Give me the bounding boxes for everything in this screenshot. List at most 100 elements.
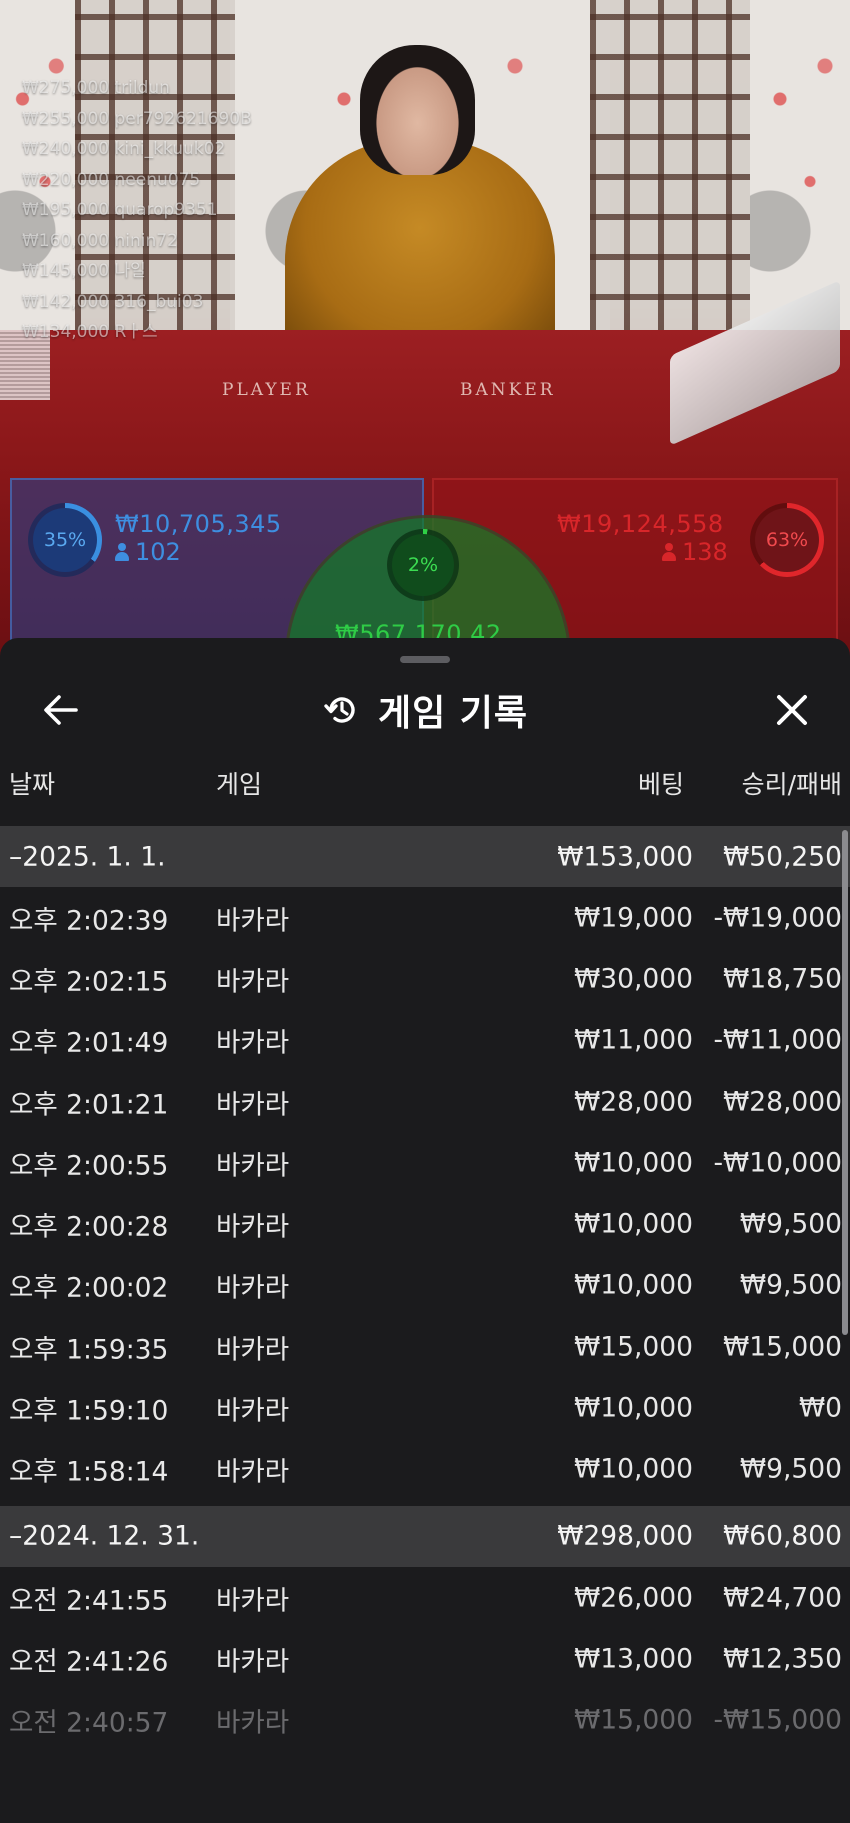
history-row[interactable]: 오후 1:58:14 바카라 ₩10,000 ₩9,500 [0, 1439, 850, 1500]
sheet-drag-handle[interactable] [400, 656, 450, 663]
row-result: ₩9,500 [739, 1269, 842, 1301]
history-row[interactable]: 오후 2:00:28 바카라 ₩10,000 ₩9,500 [0, 1193, 850, 1254]
winners-leaderboard: ₩275,000 trildun ₩255,000 per792621690B … [22, 73, 252, 348]
row-time: 오후 1:58:14 [9, 1456, 169, 1488]
player-percent-ring: 35% [28, 503, 102, 577]
game-history-sheet: 게임 기록 날짜 게임 베팅 승리/패배 –2025. 1. 1. ₩153,0… [0, 638, 850, 1823]
history-row[interactable]: 오후 2:02:15 바카라 ₩30,000 ₩18,750 [0, 948, 850, 1009]
history-row[interactable]: 오전 2:41:55 바카라 ₩26,000 ₩24,700 [0, 1567, 850, 1628]
row-bet: ₩10,000 [574, 1269, 693, 1301]
row-game: 바카라 [216, 1646, 290, 1678]
row-time: 오후 2:01:21 [9, 1089, 169, 1121]
tie-percent-label: 2% [407, 554, 439, 576]
history-row[interactable]: 오후 2:02:39 바카라 ₩19,000 -₩19,000 [0, 887, 850, 948]
row-bet: ₩30,000 [574, 963, 693, 995]
row-game: 바카라 [216, 1707, 290, 1739]
column-header-result[interactable]: 승리/패배 [742, 765, 842, 801]
back-button[interactable] [35, 684, 87, 736]
history-row[interactable]: 오후 2:01:21 바카라 ₩28,000 ₩28,000 [0, 1071, 850, 1132]
row-result: ₩0 [798, 1392, 842, 1424]
row-bet: ₩10,000 [574, 1453, 693, 1485]
row-bet: ₩10,000 [574, 1208, 693, 1240]
row-game: 바카라 [216, 1027, 290, 1059]
group-total-bet: ₩298,000 [557, 1520, 693, 1552]
row-time: 오전 2:41:55 [9, 1585, 169, 1617]
history-icon [324, 697, 355, 723]
row-game: 바카라 [216, 1456, 290, 1488]
row-result: ₩18,750 [723, 963, 842, 995]
history-row[interactable]: 오후 1:59:35 바카라 ₩15,000 ₩15,000 [0, 1316, 850, 1377]
leaderboard-entry: ₩275,000 trildun [22, 78, 170, 98]
row-time: 오전 2:40:57 [9, 1707, 169, 1739]
row-time: 오후 1:59:10 [9, 1395, 169, 1427]
row-game: 바카라 [216, 1272, 290, 1304]
row-bet: ₩13,000 [574, 1643, 693, 1675]
leaderboard-entry: ₩134,000 Rㅏ스 [22, 322, 158, 342]
history-row[interactable]: 오후 1:59:10 바카라 ₩10,000 ₩0 [0, 1377, 850, 1438]
row-game: 바카라 [216, 1585, 290, 1617]
player-bettor-count: 102 [115, 538, 181, 566]
row-game: 바카라 [216, 1211, 290, 1243]
group-date: –2024. 12. 31. [9, 1520, 200, 1552]
arrow-left-icon [44, 695, 78, 725]
row-result: ₩9,500 [739, 1453, 842, 1485]
leaderboard-entry: ₩142,000 316_bui03 [22, 291, 204, 312]
group-total-result: ₩50,250 [723, 841, 842, 872]
background-painting-right [750, 0, 850, 330]
close-icon [777, 695, 807, 725]
row-result: -₩19,000 [713, 902, 843, 934]
row-time: 오전 2:41:26 [9, 1646, 169, 1678]
table-header: 날짜 게임 베팅 승리/패배 [0, 765, 850, 805]
leaderboard-entry: ₩160,000 ninin72 [22, 230, 178, 251]
player-count-value: 102 [135, 538, 181, 566]
leaderboard-entry: ₩240,000 kini_kkuuk02 [22, 139, 226, 159]
row-time: 오후 1:59:35 [9, 1334, 169, 1366]
row-bet: ₩15,000 [574, 1331, 693, 1363]
history-row[interactable]: 오후 2:01:49 바카라 ₩11,000 -₩11,000 [0, 1010, 850, 1071]
row-result: ₩9,500 [739, 1208, 842, 1240]
row-game: 바카라 [216, 1395, 290, 1427]
group-date: –2025. 1. 1. [9, 841, 166, 872]
row-game: 바카라 [216, 1089, 290, 1121]
banker-bettor-count: 138 [662, 538, 728, 566]
leaderboard-entry: ₩220,000 neenu075 [22, 169, 201, 190]
history-row[interactable]: 오전 2:41:26 바카라 ₩13,000 ₩12,350 [0, 1628, 850, 1689]
history-row[interactable]: 오후 2:00:55 바카라 ₩10,000 -₩10,000 [0, 1132, 850, 1193]
history-row[interactable]: 오전 2:40:57 바카라 ₩15,000 -₩15,000 [0, 1690, 850, 1751]
tie-percent-ring: 2% [387, 529, 459, 601]
scrollbar[interactable] [842, 830, 848, 1335]
table-player-word: PLAYER [222, 380, 311, 400]
banker-total-amount: ₩19,124,558 [557, 510, 724, 538]
row-game: 바카라 [216, 966, 290, 998]
date-group-header[interactable]: –2024. 12. 31. ₩298,000 ₩60,800 [0, 1505, 850, 1567]
close-button[interactable] [766, 684, 818, 736]
person-icon [115, 543, 129, 561]
sheet-title-text: 게임 기록 [377, 693, 528, 734]
date-group-header[interactable]: –2025. 1. 1. ₩153,000 ₩50,250 [0, 826, 850, 887]
person-icon [662, 543, 676, 561]
sheet-title: 게임 기록 [0, 684, 850, 736]
row-time: 오후 2:02:39 [9, 905, 169, 937]
row-result: ₩24,700 [723, 1582, 842, 1614]
column-header-date[interactable]: 날짜 [9, 765, 55, 801]
group-total-result: ₩60,800 [723, 1520, 842, 1552]
row-time: 오후 2:00:02 [9, 1272, 169, 1304]
table-banker-word: BANKER [460, 380, 556, 400]
history-row[interactable]: 오후 2:00:02 바카라 ₩10,000 ₩9,500 [0, 1255, 850, 1316]
player-total-amount: ₩10,705,345 [115, 510, 282, 538]
row-result: ₩15,000 [723, 1331, 842, 1363]
row-game: 바카라 [216, 1150, 290, 1182]
row-result: -₩15,000 [713, 1704, 843, 1736]
column-header-bet[interactable]: 베팅 [638, 765, 684, 801]
player-percent-label: 35% [43, 529, 87, 551]
banker-percent-label: 63% [765, 529, 809, 551]
row-time: 오후 2:01:49 [9, 1027, 169, 1059]
banker-percent-ring: 63% [750, 503, 824, 577]
row-time: 오후 2:00:55 [9, 1150, 169, 1182]
row-bet: ₩15,000 [574, 1704, 693, 1736]
row-game: 바카라 [216, 1334, 290, 1366]
leaderboard-entry: ₩255,000 per792621690B [22, 108, 252, 129]
row-bet: ₩26,000 [574, 1582, 693, 1614]
row-game: 바카라 [216, 905, 290, 937]
column-header-game[interactable]: 게임 [216, 765, 262, 801]
